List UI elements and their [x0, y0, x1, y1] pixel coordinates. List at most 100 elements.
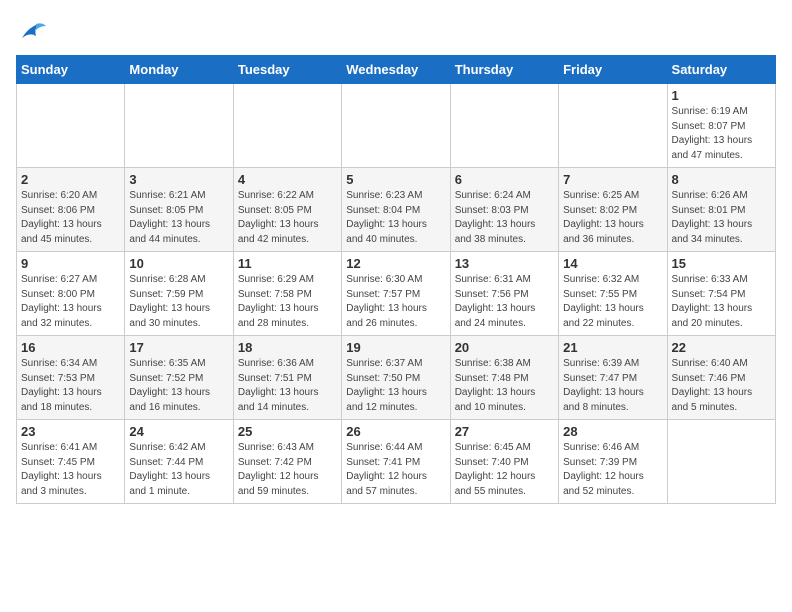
calendar-cell — [667, 420, 775, 504]
day-number: 16 — [21, 340, 120, 355]
day-info: Sunrise: 6:24 AM Sunset: 8:03 PM Dayligh… — [455, 189, 554, 247]
day-number: 27 — [455, 424, 554, 439]
calendar-cell: 17Sunrise: 6:35 AM Sunset: 7:52 PM Dayli… — [125, 336, 233, 420]
day-number: 24 — [129, 424, 228, 439]
weekday-header-tuesday: Tuesday — [233, 56, 341, 84]
calendar-cell: 15Sunrise: 6:33 AM Sunset: 7:54 PM Dayli… — [667, 252, 775, 336]
day-info: Sunrise: 6:20 AM Sunset: 8:06 PM Dayligh… — [21, 189, 120, 247]
calendar-cell: 3 Sunrise: 6:21 AM Sunset: 8:05 PM Daylig… — [125, 168, 233, 252]
calendar-cell: 16 Sunrise: 6:34 AM Sunset: 7:53 PM Dayli… — [17, 336, 125, 420]
calendar-cell: 7 Sunrise: 6:25 AM Sunset: 8:02 PM Daylig… — [559, 168, 667, 252]
calendar-cell: 5Sunrise: 6:23 AM Sunset: 8:04 PM Daylig… — [342, 168, 450, 252]
day-info: Sunrise: 6:39 AM Sunset: 7:47 PM Dayligh… — [563, 357, 662, 415]
day-info: Sunrise: 6:29 AM Sunset: 7:58 PM Dayligh… — [238, 273, 337, 331]
day-info: Sunrise: 6:44 AM Sunset: 7:41 PM Dayligh… — [346, 441, 445, 499]
calendar-cell: 11 Sunrise: 6:29 AM Sunset: 7:58 PM Dayli… — [233, 252, 341, 336]
day-number: 22 — [672, 340, 771, 355]
calendar-cell: 19 Sunrise: 6:37 AM Sunset: 7:50 PM Dayli… — [342, 336, 450, 420]
calendar-cell: 20 Sunrise: 6:38 AM Sunset: 7:48 PM Dayli… — [450, 336, 558, 420]
day-info: Sunrise: 6:46 AM Sunset: 7:39 PM Dayligh… — [563, 441, 662, 499]
day-info: Sunrise: 6:22 AM Sunset: 8:05 PM Dayligh… — [238, 189, 337, 247]
calendar-cell: 13 Sunrise: 6:31 AM Sunset: 7:56 PM Dayli… — [450, 252, 558, 336]
day-info: Sunrise: 6:43 AM Sunset: 7:42 PM Dayligh… — [238, 441, 337, 499]
day-info: Sunrise: 6:32 AM Sunset: 7:55 PM Dayligh… — [563, 273, 662, 331]
day-info: Sunrise: 6:40 AM Sunset: 7:46 PM Dayligh… — [672, 357, 771, 415]
day-number: 7 — [563, 172, 662, 187]
day-info: Sunrise: 6:37 AM Sunset: 7:50 PM Dayligh… — [346, 357, 445, 415]
calendar-cell: 26 Sunrise: 6:44 AM Sunset: 7:41 PM Dayli… — [342, 420, 450, 504]
calendar-cell: 14 Sunrise: 6:32 AM Sunset: 7:55 PM Dayli… — [559, 252, 667, 336]
calendar-cell: 6 Sunrise: 6:24 AM Sunset: 8:03 PM Daylig… — [450, 168, 558, 252]
day-info: Sunrise: 6:33 AM Sunset: 7:54 PM Dayligh… — [672, 273, 771, 331]
day-number: 9 — [21, 256, 120, 271]
calendar-week-row: 9 Sunrise: 6:27 AM Sunset: 8:00 PM Daylig… — [17, 252, 776, 336]
day-info: Sunrise: 6:25 AM Sunset: 8:02 PM Dayligh… — [563, 189, 662, 247]
day-info: Sunrise: 6:28 AM Sunset: 7:59 PM Dayligh… — [129, 273, 228, 331]
logo — [16, 20, 46, 47]
day-info: Sunrise: 6:30 AM Sunset: 7:57 PM Dayligh… — [346, 273, 445, 331]
calendar-cell — [17, 84, 125, 168]
calendar-cell: 18 Sunrise: 6:36 AM Sunset: 7:51 PM Dayli… — [233, 336, 341, 420]
logo-bird-icon — [18, 20, 46, 42]
day-number: 13 — [455, 256, 554, 271]
day-number: 8 — [672, 172, 771, 187]
day-number: 21 — [563, 340, 662, 355]
day-info: Sunrise: 6:36 AM Sunset: 7:51 PM Dayligh… — [238, 357, 337, 415]
calendar-cell: 23 Sunrise: 6:41 AM Sunset: 7:45 PM Dayli… — [17, 420, 125, 504]
day-number: 14 — [563, 256, 662, 271]
calendar-week-row: 16 Sunrise: 6:34 AM Sunset: 7:53 PM Dayli… — [17, 336, 776, 420]
day-number: 23 — [21, 424, 120, 439]
day-info: Sunrise: 6:38 AM Sunset: 7:48 PM Dayligh… — [455, 357, 554, 415]
header — [16, 16, 776, 47]
day-number: 4 — [238, 172, 337, 187]
calendar-cell: 22 Sunrise: 6:40 AM Sunset: 7:46 PM Dayli… — [667, 336, 775, 420]
day-number: 11 — [238, 256, 337, 271]
weekday-header-monday: Monday — [125, 56, 233, 84]
calendar-cell: 21 Sunrise: 6:39 AM Sunset: 7:47 PM Dayli… — [559, 336, 667, 420]
day-number: 18 — [238, 340, 337, 355]
calendar-cell: 8 Sunrise: 6:26 AM Sunset: 8:01 PM Daylig… — [667, 168, 775, 252]
calendar-cell: 9 Sunrise: 6:27 AM Sunset: 8:00 PM Daylig… — [17, 252, 125, 336]
day-number: 17 — [129, 340, 228, 355]
calendar-cell: 10 Sunrise: 6:28 AM Sunset: 7:59 PM Dayli… — [125, 252, 233, 336]
weekday-header-sunday: Sunday — [17, 56, 125, 84]
day-number: 3 — [129, 172, 228, 187]
day-number: 25 — [238, 424, 337, 439]
weekday-header-row: SundayMondayTuesdayWednesdayThursdayFrid… — [17, 56, 776, 84]
day-number: 19 — [346, 340, 445, 355]
calendar-cell — [559, 84, 667, 168]
day-info: Sunrise: 6:21 AM Sunset: 8:05 PM Dayligh… — [129, 189, 228, 247]
calendar-cell: 4 Sunrise: 6:22 AM Sunset: 8:05 PM Daylig… — [233, 168, 341, 252]
day-number: 2 — [21, 172, 120, 187]
day-number: 10 — [129, 256, 228, 271]
calendar-cell — [450, 84, 558, 168]
day-info: Sunrise: 6:31 AM Sunset: 7:56 PM Dayligh… — [455, 273, 554, 331]
calendar-cell — [125, 84, 233, 168]
calendar-cell: 2 Sunrise: 6:20 AM Sunset: 8:06 PM Daylig… — [17, 168, 125, 252]
calendar-cell: 24Sunrise: 6:42 AM Sunset: 7:44 PM Dayli… — [125, 420, 233, 504]
day-number: 20 — [455, 340, 554, 355]
day-number: 26 — [346, 424, 445, 439]
weekday-header-wednesday: Wednesday — [342, 56, 450, 84]
day-info: Sunrise: 6:41 AM Sunset: 7:45 PM Dayligh… — [21, 441, 120, 499]
calendar-cell — [342, 84, 450, 168]
calendar-cell: 27Sunrise: 6:45 AM Sunset: 7:40 PM Dayli… — [450, 420, 558, 504]
calendar-cell — [233, 84, 341, 168]
weekday-header-friday: Friday — [559, 56, 667, 84]
day-info: Sunrise: 6:34 AM Sunset: 7:53 PM Dayligh… — [21, 357, 120, 415]
calendar-week-row: 23 Sunrise: 6:41 AM Sunset: 7:45 PM Dayli… — [17, 420, 776, 504]
day-info: Sunrise: 6:26 AM Sunset: 8:01 PM Dayligh… — [672, 189, 771, 247]
day-info: Sunrise: 6:23 AM Sunset: 8:04 PM Dayligh… — [346, 189, 445, 247]
calendar-cell: 12 Sunrise: 6:30 AM Sunset: 7:57 PM Dayli… — [342, 252, 450, 336]
day-info: Sunrise: 6:27 AM Sunset: 8:00 PM Dayligh… — [21, 273, 120, 331]
day-number: 28 — [563, 424, 662, 439]
day-number: 12 — [346, 256, 445, 271]
day-number: 6 — [455, 172, 554, 187]
calendar-cell: 25 Sunrise: 6:43 AM Sunset: 7:42 PM Dayli… — [233, 420, 341, 504]
calendar-week-row: 2 Sunrise: 6:20 AM Sunset: 8:06 PM Daylig… — [17, 168, 776, 252]
calendar-cell: 1 Sunrise: 6:19 AM Sunset: 8:07 PM Daylig… — [667, 84, 775, 168]
calendar-table: SundayMondayTuesdayWednesdayThursdayFrid… — [16, 55, 776, 504]
calendar-cell: 28 Sunrise: 6:46 AM Sunset: 7:39 PM Dayli… — [559, 420, 667, 504]
day-info: Sunrise: 6:19 AM Sunset: 8:07 PM Dayligh… — [672, 105, 771, 163]
day-number: 1 — [672, 88, 771, 103]
